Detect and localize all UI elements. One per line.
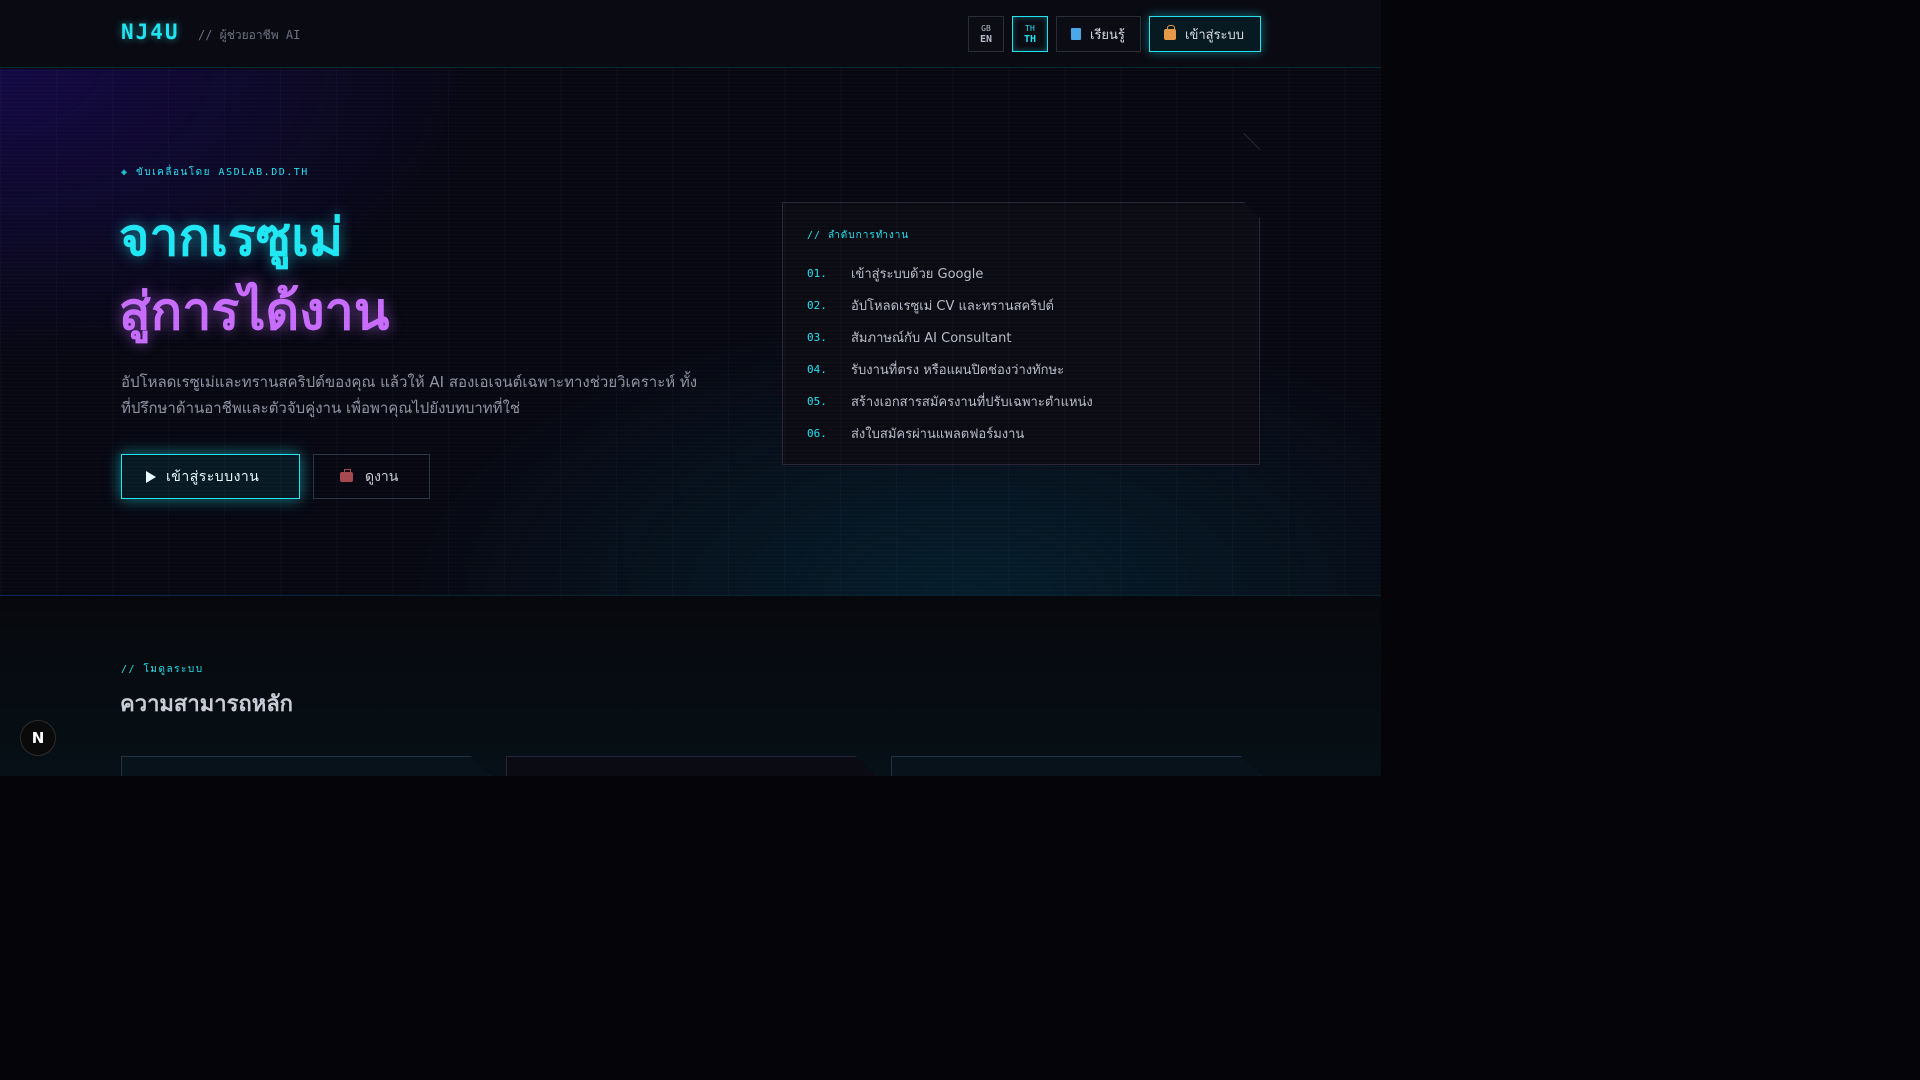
step-number: 02. (807, 298, 827, 312)
card-corner-line (1243, 133, 1261, 150)
headline-line-2: สู่การได้งาน (119, 282, 390, 342)
step-text: ส่งใบสมัครผ่านแพลตฟอร์มงาน (851, 426, 1025, 442)
step-number: 06. (807, 426, 827, 440)
module-card[interactable] (506, 756, 876, 776)
step-number: 01. (807, 266, 827, 280)
step-number: 03. (807, 330, 827, 344)
language-th-label: TH (1023, 34, 1037, 45)
workflow-step: 05. สร้างเอกสารสมัครงานที่ปรับเฉพาะตำแหน… (807, 385, 1093, 417)
modules-section: // โมดูลระบบ ความสามารถหลัก (0, 597, 1381, 776)
step-text: รับงานที่ตรง หรือแผนปิดช่องว่างทักษะ (851, 362, 1065, 378)
enter-job-system-button[interactable]: เข้าสู่ระบบงาน (121, 454, 300, 499)
view-jobs-label: ดูงาน (365, 468, 399, 485)
hero-subtitle: อัปโหลดเรซูเม่และทรานสคริปต์ของคุณ แล้วใ… (121, 373, 698, 417)
step-text: เข้าสู่ระบบด้วย Google (851, 266, 984, 282)
flag-gb-label: GB (981, 24, 991, 33)
language-th-button[interactable]: TH TH (1012, 16, 1048, 52)
workflow-step: 04. รับงานที่ตรง หรือแผนปิดช่องว่างทักษะ (807, 353, 1093, 385)
workflow-step: 02. อัปโหลดเรซูเม่ CV และทรานสคริปต์ (807, 289, 1093, 321)
modules-kicker: // โมดูลระบบ (121, 664, 204, 675)
step-text: อัปโหลดเรซูเม่ CV และทรานสคริปต์ (851, 298, 1054, 314)
headline-line-1: จากเรซูเม่ (119, 208, 344, 268)
flag-th-label: TH (1025, 24, 1035, 33)
learn-label: เรียนรู้ (1090, 27, 1125, 43)
login-button[interactable]: เข้าสู่ระบบ (1149, 16, 1261, 52)
view-jobs-button[interactable]: ดูงาน (313, 454, 430, 499)
logo[interactable]: NJ4U (121, 20, 180, 44)
workflow-title: // ลำดับการทำงาน (807, 230, 910, 241)
modules-title: ความสามารถหลัก (120, 692, 294, 717)
module-card[interactable] (891, 756, 1261, 776)
play-icon (146, 470, 156, 483)
step-text: สัมภาษณ์กับ AI Consultant (851, 330, 1012, 346)
hero-kicker: ◈ ขับเคลื่อนโดย ASDLAB.DD.TH (121, 167, 309, 178)
module-card[interactable] (121, 756, 491, 776)
enter-job-system-label: เข้าสู่ระบบงาน (166, 468, 260, 485)
language-en-label: EN (979, 34, 993, 45)
workflow-steps: 01. เข้าสู่ระบบด้วย Google 02. อัปโหลดเร… (807, 257, 1093, 449)
bag-icon (1164, 24, 1176, 40)
step-number: 05. (807, 394, 827, 408)
tagline: // ผู้ช่วยอาชีพ AI (198, 28, 301, 42)
n-logo-icon[interactable]: N (20, 720, 56, 756)
workflow-step: 03. สัมภาษณ์กับ AI Consultant (807, 321, 1093, 353)
hero-section: ◈ ขับเคลื่อนโดย ASDLAB.DD.TH จากเรซูเม่ … (0, 69, 1381, 596)
language-en-button[interactable]: GB EN (968, 16, 1004, 52)
login-label: เข้าสู่ระบบ (1185, 27, 1245, 43)
top-navbar: NJ4U // ผู้ช่วยอาชีพ AI GB EN TH TH เรีย… (0, 0, 1381, 68)
app-viewport: NJ4U // ผู้ช่วยอาชีพ AI GB EN TH TH เรีย… (0, 0, 1381, 776)
workflow-step: 01. เข้าสู่ระบบด้วย Google (807, 257, 1093, 289)
workflow-card: // ลำดับการทำงาน 01. เข้าสู่ระบบด้วย Goo… (782, 202, 1260, 465)
briefcase-icon (340, 468, 353, 482)
step-number: 04. (807, 362, 827, 376)
book-icon (1071, 28, 1081, 40)
learn-button[interactable]: เรียนรู้ (1056, 16, 1141, 52)
step-text: สร้างเอกสารสมัครงานที่ปรับเฉพาะตำแหน่ง (851, 394, 1093, 410)
workflow-step: 06. ส่งใบสมัครผ่านแพลตฟอร์มงาน (807, 417, 1093, 449)
